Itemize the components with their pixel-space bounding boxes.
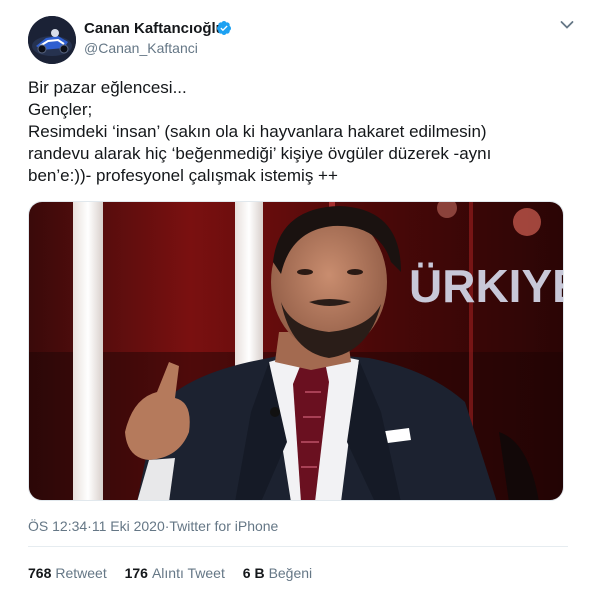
tweet-card: Canan Kaftancıoğlu @Canan_Kaftanci Bir p… xyxy=(0,0,600,595)
tweet-date[interactable]: 11 Eki 2020 xyxy=(92,518,165,534)
quote-count: 176 xyxy=(124,565,148,581)
like-count: 6 B xyxy=(242,565,265,581)
tweet-photo[interactable]: ÜRKIYE xyxy=(28,201,564,501)
divider xyxy=(28,546,568,547)
chevron-down-icon xyxy=(560,21,574,29)
display-name[interactable]: Canan Kaftancıoğlu xyxy=(84,20,225,37)
tweet-time[interactable]: ÖS 12:34 xyxy=(28,518,87,534)
tweet-line: randevu alarak hiç ‘beğenmediği’ kişiye … xyxy=(28,144,492,163)
tweet-stats: 768 Retweet 176 Alıntı Tweet 6 B Beğeni xyxy=(28,565,326,581)
tv-studio-photo: ÜRKIYE xyxy=(29,202,564,500)
like-stat[interactable]: 6 B Beğeni xyxy=(243,565,312,581)
tweet-line: Resimdeki ‘insan’ (sakın ola ki hayvanla… xyxy=(28,122,487,141)
avatar[interactable] xyxy=(28,16,76,64)
user-handle[interactable]: @Canan_Kaftanci xyxy=(84,40,198,56)
quote-tweet-stat[interactable]: 176 Alıntı Tweet xyxy=(125,565,225,581)
tweet-line: Bir pazar eğlencesi... xyxy=(28,78,187,97)
tweet-meta: ÖS 12:34 · 11 Eki 2020 · Twitter for iPh… xyxy=(28,518,278,534)
verified-badge-icon xyxy=(216,20,232,36)
tweet-source[interactable]: Twitter for iPhone xyxy=(169,518,278,534)
studio-screen-text: ÜRKIYE xyxy=(409,260,564,312)
quote-label: Alıntı Tweet xyxy=(151,565,225,581)
avatar-image xyxy=(28,16,76,64)
retweet-label: Retweet xyxy=(55,565,107,581)
tweet-line: Gençler; xyxy=(28,100,93,119)
retweet-stat[interactable]: 768 Retweet xyxy=(28,565,107,581)
retweet-count: 768 xyxy=(28,565,52,581)
tweet-text: Bir pazar eğlencesi... Gençler; Resimdek… xyxy=(28,77,568,187)
tweet-line: ben’e:))- profesyonel çalışmak istemiş +… xyxy=(28,166,338,185)
like-label: Beğeni xyxy=(268,565,313,581)
more-options-button[interactable] xyxy=(556,14,578,36)
